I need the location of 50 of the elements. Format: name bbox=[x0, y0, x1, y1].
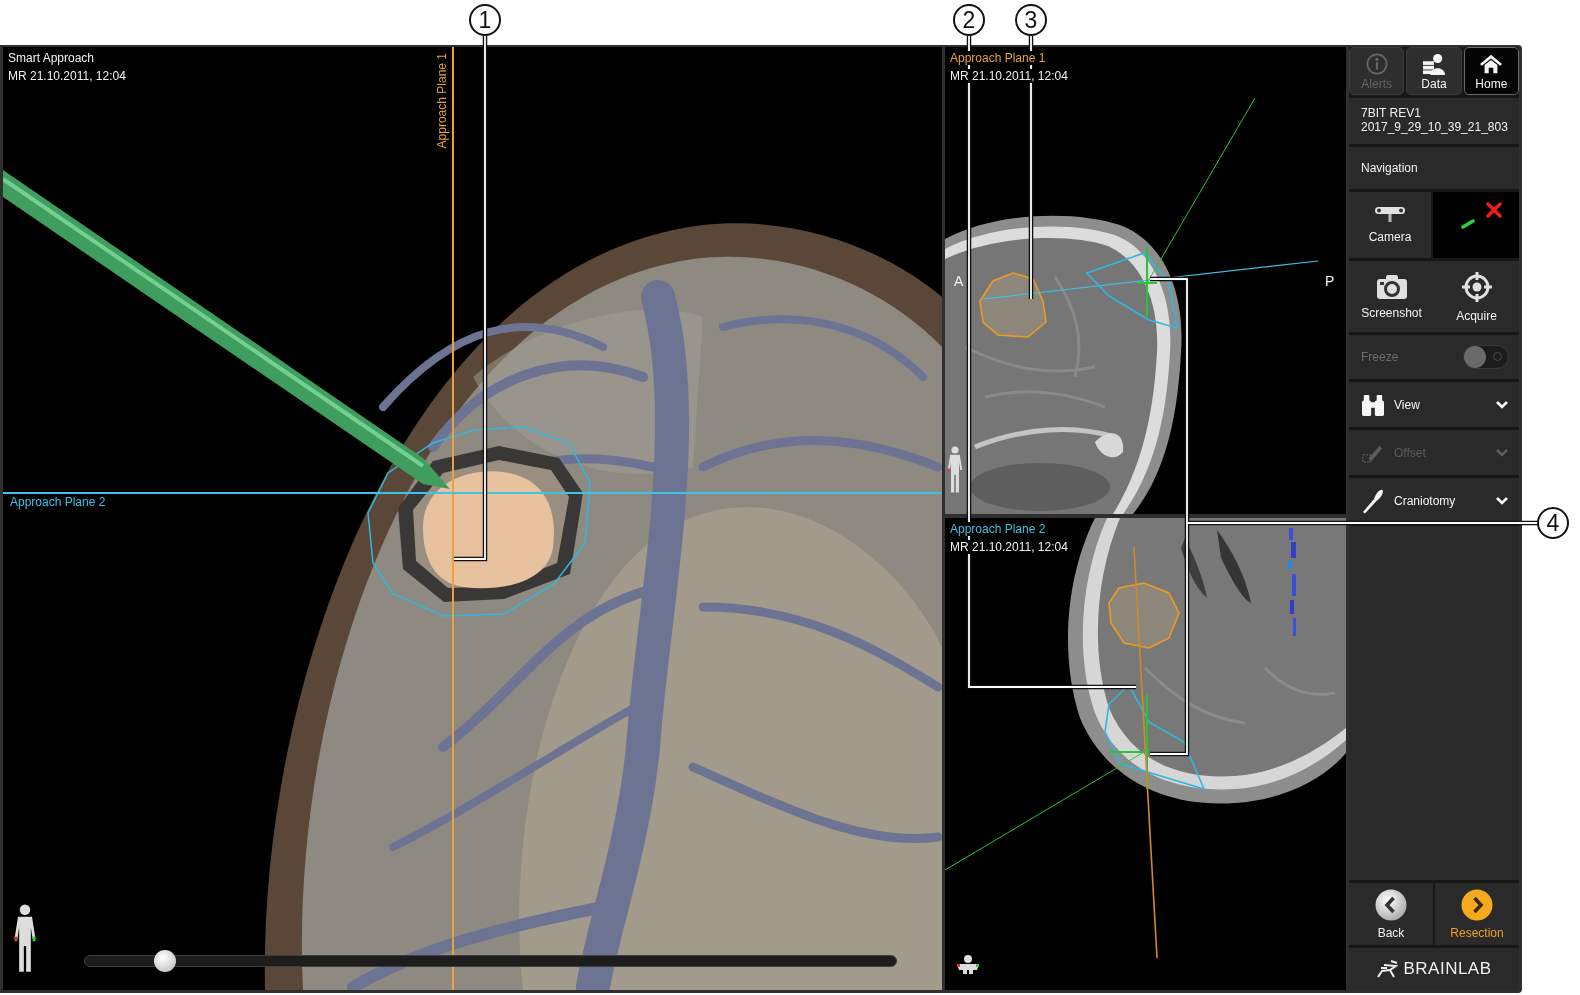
home-icon bbox=[1479, 53, 1504, 75]
action-button[interactable]: Screenshot bbox=[1349, 261, 1434, 332]
action-button[interactable]: Acquire bbox=[1434, 261, 1519, 332]
running-figure-icon bbox=[1376, 960, 1399, 978]
nav-button[interactable]: Resection bbox=[1435, 883, 1519, 945]
chevron-left-icon bbox=[1375, 888, 1407, 921]
slider-track[interactable] bbox=[84, 950, 897, 972]
scan-date: MR 21.10.2011, 12:04 bbox=[950, 540, 1070, 554]
menu-item[interactable]: View bbox=[1349, 382, 1519, 427]
chevron-down-icon bbox=[1495, 399, 1509, 410]
callout-marker: 4 bbox=[1537, 507, 1569, 539]
person-file-icon bbox=[1422, 53, 1446, 75]
view-title: Smart Approach bbox=[8, 51, 95, 65]
dash-icon bbox=[1461, 219, 1475, 229]
orientation-label: A bbox=[954, 273, 964, 289]
plane-label: Approach Plane 2 bbox=[10, 495, 106, 509]
binoculars-icon bbox=[1361, 393, 1385, 416]
menu-item[interactable]: Craniotomy bbox=[1349, 478, 1519, 523]
patient-record: 2017_9_29_10_39_21_803 bbox=[1361, 120, 1507, 134]
callout-marker: 1 bbox=[469, 4, 501, 36]
cross-icon bbox=[1486, 202, 1502, 218]
nav-button[interactable]: Back bbox=[1349, 883, 1433, 945]
info-icon bbox=[1365, 53, 1388, 75]
scan-date: MR 21.10.2011, 12:04 bbox=[8, 69, 126, 83]
nav-tab[interactable]: Home bbox=[1463, 47, 1519, 95]
freeze-label: Freeze bbox=[1361, 350, 1399, 364]
nav-tab[interactable]: Data bbox=[1406, 47, 1462, 95]
plane-label: Approach Plane 1 bbox=[435, 53, 449, 149]
patient-name: 7BIT REV1 bbox=[1361, 106, 1422, 120]
orientation-label: P bbox=[1325, 273, 1335, 289]
scalpel-icon bbox=[1361, 487, 1385, 514]
tumor-outline bbox=[1108, 582, 1180, 649]
patient-figure-icon bbox=[955, 954, 981, 974]
section-title: Navigation bbox=[1361, 161, 1418, 175]
callout-marker: 3 bbox=[1015, 4, 1047, 36]
crosshair-icon bbox=[1460, 270, 1493, 303]
tracking-camera-icon bbox=[1374, 206, 1406, 222]
callout-marker: 2 bbox=[953, 4, 985, 36]
view-title: Approach Plane 2 bbox=[950, 522, 1048, 536]
scan-date: MR 21.10.2011, 12:04 bbox=[950, 69, 1070, 83]
human-figure-icon bbox=[13, 904, 37, 974]
camera-icon bbox=[1375, 273, 1408, 300]
tumor-outline bbox=[979, 272, 1047, 338]
camera-button[interactable]: Camera bbox=[1349, 192, 1431, 258]
brand-logo: BRAINLAB bbox=[1403, 959, 1492, 979]
chevron-right-icon bbox=[1461, 888, 1493, 921]
view-title: Approach Plane 1 bbox=[950, 51, 1048, 65]
chevron-down-icon bbox=[1495, 495, 1509, 506]
slider-thumb[interactable] bbox=[154, 950, 177, 972]
chevron-down-icon bbox=[1495, 447, 1509, 458]
